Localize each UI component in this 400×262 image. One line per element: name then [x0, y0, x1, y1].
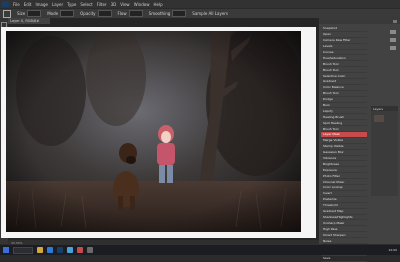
- panel-topbar: [319, 18, 400, 24]
- menu-bar: File Edit Image Layer Type Select Filter…: [0, 0, 400, 8]
- zoom-level[interactable]: 33.33%: [11, 241, 22, 245]
- menu-help[interactable]: Help: [153, 2, 162, 7]
- menu-view[interactable]: View: [120, 2, 130, 7]
- taskbar-app-browser-icon[interactable]: [47, 247, 53, 253]
- right-panels: Snapshot Open Camera Raw Filter Levels Curve…: [319, 18, 400, 262]
- taskbar-app-store-icon[interactable]: [87, 247, 93, 253]
- option-mode-label: Mode: [47, 11, 59, 16]
- option-smoothing-label: Smoothing: [148, 11, 171, 16]
- option-mode[interactable]: Mode: [47, 10, 75, 17]
- photoshop-logo-icon: [2, 1, 9, 7]
- flow-field[interactable]: [128, 10, 143, 17]
- option-sample-all[interactable]: Sample All Layers: [192, 11, 228, 16]
- document-tab-label: Layer 0, RGB/8#: [10, 19, 40, 23]
- size-field[interactable]: [27, 10, 42, 17]
- taskbar-search[interactable]: [13, 246, 33, 254]
- option-size[interactable]: Size: [17, 10, 42, 17]
- taskbar-app-mail-icon[interactable]: [67, 247, 73, 253]
- taskbar: 12:00: [0, 245, 400, 255]
- swatches-icon[interactable]: [390, 46, 396, 50]
- taskbar-app-explorer-icon[interactable]: [37, 247, 43, 253]
- properties-icon[interactable]: [390, 30, 396, 34]
- layers-header[interactable]: Layers: [371, 106, 398, 111]
- menu-file[interactable]: File: [13, 2, 20, 7]
- menu-window[interactable]: Window: [134, 2, 150, 7]
- option-size-label: Size: [17, 11, 26, 16]
- mode-dropdown[interactable]: [60, 10, 75, 17]
- menu-filter[interactable]: Filter: [97, 2, 107, 7]
- option-opacity-label: Opacity: [80, 11, 96, 16]
- layers-panel: Layers: [371, 106, 398, 196]
- brush-tool-icon[interactable]: [3, 9, 11, 18]
- option-flow-label: Flow: [117, 11, 127, 16]
- taskbar-app-photoshop-icon[interactable]: [57, 247, 63, 253]
- history-item[interactable]: Save: [321, 256, 367, 262]
- smoothing-field[interactable]: [172, 10, 187, 17]
- option-opacity[interactable]: Opacity: [80, 10, 112, 17]
- option-flow[interactable]: Flow: [118, 10, 143, 17]
- panel-icons-column: [371, 26, 398, 50]
- opacity-field[interactable]: [97, 10, 112, 17]
- option-sample-all-label: Sample All Layers: [192, 11, 229, 16]
- menu-image[interactable]: Image: [35, 2, 48, 7]
- document-tab[interactable]: Layer 0, RGB/8#: [8, 18, 50, 24]
- layer-thumbnail[interactable]: [374, 115, 384, 122]
- taskbar-app-music-icon[interactable]: [77, 247, 83, 253]
- history-panel-list: Snapshot Open Camera Raw Filter Levels Curve…: [321, 26, 367, 262]
- option-smoothing[interactable]: Smoothing: [149, 10, 187, 17]
- photo-image: [6, 31, 301, 232]
- taskbar-clock[interactable]: 12:00: [388, 248, 397, 252]
- menu-type[interactable]: Type: [67, 2, 76, 7]
- menu-edit[interactable]: Edit: [24, 2, 32, 7]
- start-button-icon[interactable]: [3, 247, 9, 253]
- photo-canvas[interactable]: [6, 31, 301, 232]
- collapse-panels-icon[interactable]: [393, 19, 397, 23]
- adjustments-icon[interactable]: [390, 38, 396, 42]
- menu-select[interactable]: Select: [80, 2, 92, 7]
- menu-layer[interactable]: Layer: [52, 2, 63, 7]
- menu-3d[interactable]: 3D: [111, 2, 117, 7]
